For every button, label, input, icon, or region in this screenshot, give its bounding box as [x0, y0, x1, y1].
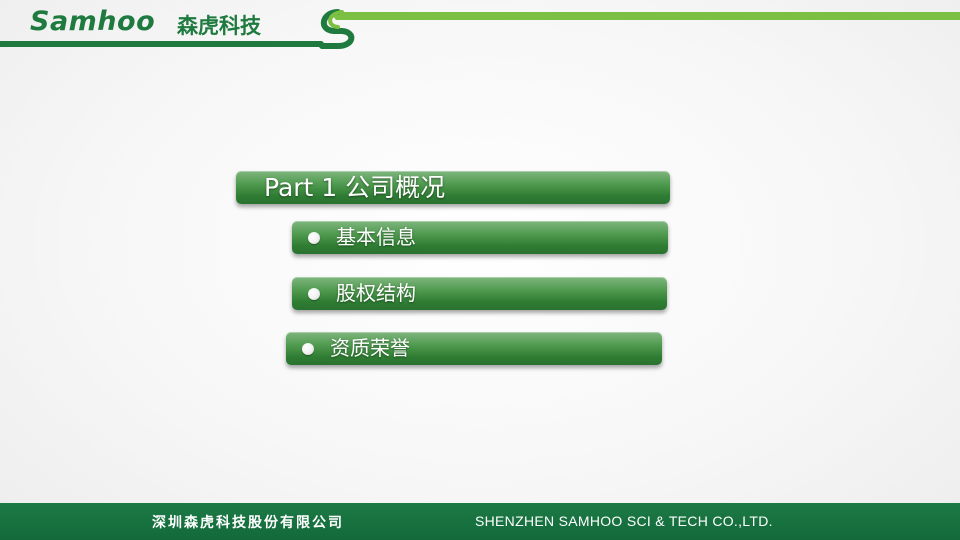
menu-item-qualifications-honors[interactable]: 资质荣誉 [286, 332, 662, 365]
logo-chinese-name: 森虎科技 [177, 14, 261, 38]
slide: Samhoo 森虎科技 Part 1 公司概况 基本信息 股权结构 资质荣誉 深… [0, 0, 960, 540]
menu-item-basic-info[interactable]: 基本信息 [292, 221, 668, 254]
footer: 深圳森虎科技股份有限公司 SHENZHEN SAMHOO SCI & TECH … [0, 503, 960, 540]
logo-wordmark: Samhoo [30, 6, 156, 37]
bullet-icon [308, 232, 320, 244]
menu-item-label: 资质荣誉 [330, 336, 410, 360]
bullet-icon [308, 288, 320, 300]
menu-item-equity-structure[interactable]: 股权结构 [292, 277, 667, 310]
top-stripe [330, 12, 960, 20]
header: Samhoo 森虎科技 [0, 0, 960, 52]
bullet-icon [302, 343, 314, 355]
section-title-bar[interactable]: Part 1 公司概况 [236, 171, 670, 204]
section-title: Part 1 公司概况 [264, 173, 446, 202]
footer-company-name-en: SHENZHEN SAMHOO SCI & TECH CO.,LTD. [475, 513, 773, 529]
menu-item-label: 基本信息 [336, 225, 416, 249]
logo-underline [0, 41, 328, 47]
menu-item-label: 股权结构 [336, 281, 416, 305]
footer-company-name-cn: 深圳森虎科技股份有限公司 [152, 515, 344, 531]
